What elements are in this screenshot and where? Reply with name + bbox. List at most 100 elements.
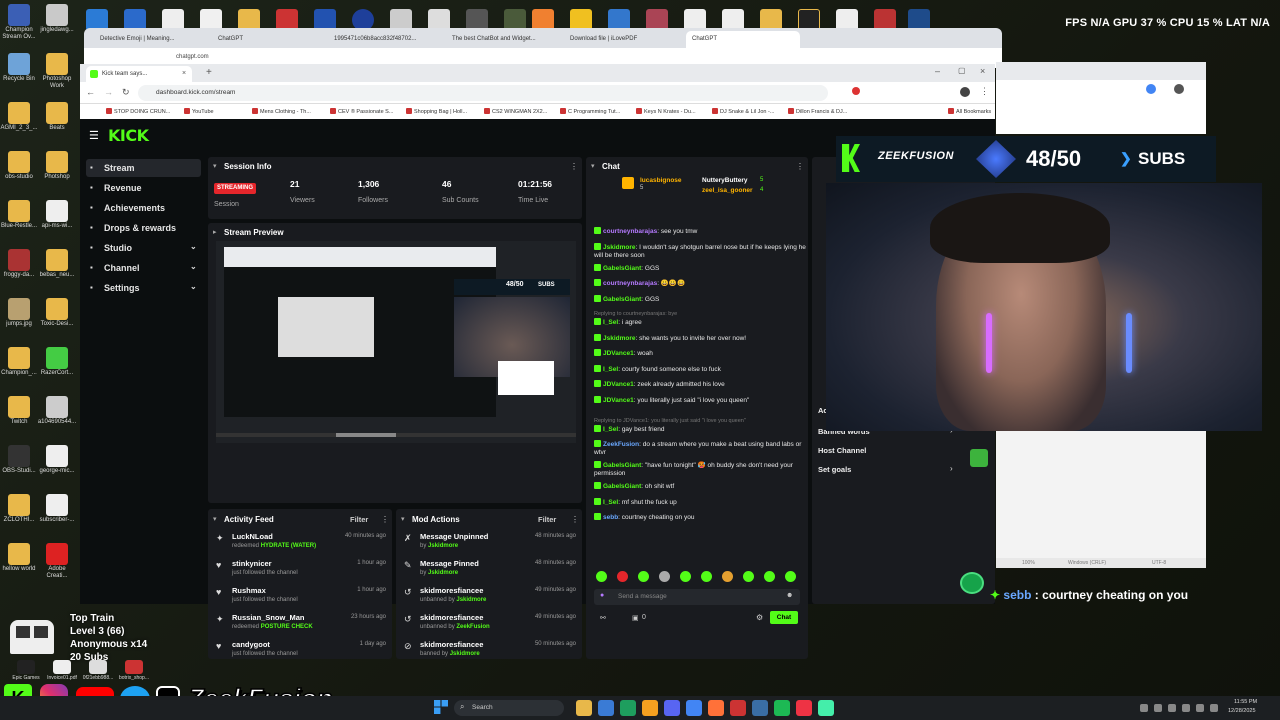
activity-row[interactable]: ♥ candygoot just followed the channel 1 day…	[208, 637, 392, 663]
activity-row[interactable]: ♥ stinkynicer just followed the channel 1 h…	[208, 556, 392, 582]
chat-message[interactable]: I_Sel: i agree	[594, 318, 806, 327]
profile-icon[interactable]	[960, 87, 970, 97]
mod-filter-button[interactable]: Filter	[538, 515, 556, 524]
chatgpt-url[interactable]: chatgpt.com	[176, 54, 209, 60]
close-tab-icon[interactable]: ×	[182, 70, 186, 77]
desktop-icon[interactable]: Beats	[37, 102, 77, 132]
bookmark-item[interactable]: Keys N Krates - Du...	[636, 108, 696, 115]
desktop-icon[interactable]: a104690544...	[37, 396, 77, 426]
desktop-icon[interactable]: botrix_shop...	[116, 660, 152, 682]
bookmark-item[interactable]: CEV ® Passionate S...	[330, 108, 393, 115]
activity-filter-button[interactable]: Filter	[350, 515, 368, 524]
taskbar-app-icon[interactable]	[818, 700, 834, 716]
desktop-icon[interactable]: obs-studio	[0, 151, 39, 181]
top-gifter-2[interactable]: NutteryButtery	[702, 177, 748, 184]
desktop-icon[interactable]: froggy-da...	[0, 249, 39, 279]
sidebar-item-settings[interactable]: ▪ Settings ⌄	[86, 279, 201, 297]
back-icon[interactable]: ←	[86, 87, 95, 97]
chat-message[interactable]: Jskidmore: I wouldn't say shotgun barrel…	[594, 242, 806, 260]
bookmark-item[interactable]: CS2 WINGMAN 2X2...	[484, 108, 547, 115]
chat-message[interactable]: sebb: courtney cheating on you	[594, 513, 806, 522]
browser-tab[interactable]: 1995471c06b8acc832f48702...	[328, 31, 442, 48]
chat-message[interactable]: GabelsGiant: "have fun tonight" 🥵 oh bud…	[594, 461, 806, 478]
tray-icon[interactable]	[1210, 704, 1218, 712]
desktop-icon[interactable]: 0f21ebb988...	[80, 660, 116, 682]
sidebar-item-stream[interactable]: ▪ Stream	[86, 159, 201, 177]
points-icon[interactable]: ▣	[632, 614, 639, 622]
taskbar-app-icon[interactable]	[774, 700, 790, 716]
desktop-icon[interactable]: jingledawg...	[37, 4, 77, 34]
emote-icon[interactable]	[701, 571, 712, 582]
taskbar-app-icon[interactable]	[598, 700, 614, 716]
sidebar-item-channel[interactable]: ▪ Channel ⌄	[86, 259, 201, 277]
taskbar-app-icon[interactable]	[796, 700, 812, 716]
desktop-icon[interactable]: bebas_neu...	[37, 249, 77, 279]
settings-item-host-channel[interactable]: Host Channel	[818, 445, 988, 459]
desktop-icon[interactable]: Adobe Creati...	[37, 543, 77, 580]
desktop-icon[interactable]: hellow world	[0, 543, 39, 573]
activity-row[interactable]: ♥ Rushmax just followed the channel 1 hour …	[208, 583, 392, 609]
settings-item-set-goals[interactable]: Set goals ›	[818, 464, 988, 478]
taskbar-search[interactable]: ⌕ Search	[454, 700, 564, 716]
desktop-icon[interactable]: Toxic-Desi...	[37, 298, 77, 328]
browser-tab[interactable]: ChatGPT	[686, 31, 800, 48]
clock-date[interactable]: 12/28/2025	[1228, 708, 1256, 714]
taskbar-app-icon[interactable]	[708, 700, 724, 716]
activity-menu-icon[interactable]: ⋮	[381, 515, 389, 524]
taskbar-app-icon[interactable]	[730, 700, 746, 716]
browser-tab[interactable]: ChatGPT	[212, 31, 326, 48]
chat-message[interactable]: courtneynbarajas: 😀😀😀	[594, 279, 806, 288]
emote-icon[interactable]	[680, 571, 691, 582]
tray-icon[interactable]	[1154, 704, 1162, 712]
activity-row[interactable]: ✦ LuckNLoad redeemed HYDRATE (WATER) 40 min…	[208, 529, 392, 555]
mod-menu-icon[interactable]: ⋮	[571, 515, 579, 524]
emote-icon[interactable]	[743, 571, 754, 582]
close-window-icon[interactable]: ×	[980, 66, 985, 76]
emote-icon[interactable]	[617, 571, 628, 582]
taskbar-app-icon[interactable]	[752, 700, 768, 716]
browser-tab[interactable]: Download file | iLovePDF	[564, 31, 678, 48]
desktop-icon[interactable]: Invoice01.pdf	[44, 660, 80, 682]
chat-message[interactable]: I_Sel: mf shut the fuck up	[594, 497, 806, 507]
chatgpt-browser-window[interactable]: Detective Emoji | Meaning... ChatGPT 19954…	[84, 28, 1002, 68]
top-gifter-1[interactable]: lucasbignose	[640, 177, 682, 184]
taskbar-app-icon[interactable]	[642, 700, 658, 716]
desktop-icon[interactable]: subscriber-...	[37, 494, 77, 524]
tray-icon[interactable]	[1168, 704, 1176, 712]
tray-icon[interactable]	[1182, 704, 1190, 712]
desktop-icon[interactable]: george-mic...	[37, 445, 77, 475]
mod-action-row[interactable]: ↺ skidmoresfiancee unbanned by ZeekFusion 4…	[396, 610, 582, 636]
minimize-icon[interactable]: –	[935, 66, 940, 76]
chat-message[interactable]: I_Sel: gay best friend	[594, 424, 806, 434]
top-gifter-3[interactable]: zeel_isa_gooner	[702, 187, 753, 194]
mod-tools-icon[interactable]	[970, 449, 988, 467]
chat-message[interactable]: GabelsGiant: oh shit wtf	[594, 482, 806, 491]
sidebar-item-revenue[interactable]: ▪ Revenue	[86, 179, 201, 197]
kick-tab[interactable]: Kick team says... ×	[86, 66, 192, 82]
kebab-menu-icon[interactable]: ⋮	[980, 86, 989, 97]
profile-icon[interactable]	[1174, 84, 1184, 94]
mod-action-row[interactable]: ✎ Message Pinned by Jskidmore 48 minutes ag…	[396, 556, 582, 582]
bookmark-item[interactable]: DJ Snake & Lil Jon -...	[712, 108, 774, 115]
desktop-icon[interactable]: Blue-Restle...	[0, 200, 39, 230]
emote-icon[interactable]	[638, 571, 649, 582]
chat-message[interactable]: GabelsGiant: GGS	[594, 294, 806, 304]
tray-icon[interactable]	[1140, 704, 1148, 712]
tray-icon[interactable]	[1196, 704, 1204, 712]
taskbar-app-icon[interactable]	[576, 700, 592, 716]
send-chat-button[interactable]: Chat	[770, 611, 798, 624]
browser-tab[interactable]: The best ChatBot and Widget...	[446, 31, 560, 48]
emote-icon[interactable]	[596, 571, 607, 582]
session-menu-icon[interactable]: ⋮	[570, 162, 578, 171]
address-bar[interactable]: dashboard.kick.com/stream	[138, 85, 828, 101]
browser-tab[interactable]: Detective Emoji | Meaning...	[94, 31, 208, 48]
mod-action-row[interactable]: ✗ Message Unpinned by Jskidmore 48 minutes …	[396, 529, 582, 555]
desktop-icon[interactable]: RazerCort...	[37, 347, 77, 377]
chat-message[interactable]: I_Sel: courty found someone else to fuck	[594, 364, 806, 374]
desktop-icon[interactable]: Photshop	[37, 151, 77, 181]
emote-icon[interactable]	[722, 571, 733, 582]
taskbar-app-icon[interactable]	[664, 700, 680, 716]
desktop-icon[interactable]: jumps.jpg	[0, 298, 39, 328]
desktop-icon[interactable]: AGMI_2_3_...	[0, 102, 39, 132]
chat-message[interactable]: JDVance1: zeek already admitted his love	[594, 380, 806, 389]
